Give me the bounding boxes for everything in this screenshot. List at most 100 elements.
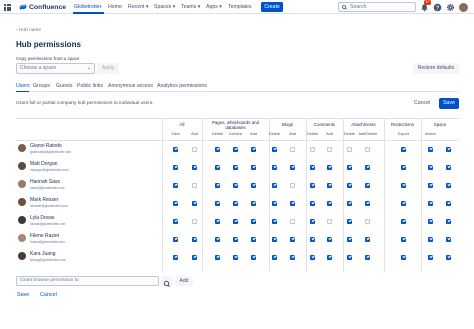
permission-checkbox[interactable] [192,218,197,224]
permission-checkbox[interactable] [233,164,238,170]
permission-checkbox[interactable] [173,182,178,188]
nav-teams[interactable]: Teams ▾ [181,3,200,11]
tab-analytics-permissions[interactable]: Analytics permissions [157,83,207,89]
permission-checkbox[interactable] [310,254,315,260]
permission-checkbox[interactable] [347,236,352,242]
permission-checkbox[interactable] [290,182,295,188]
permission-checkbox[interactable] [290,200,295,206]
permission-checkbox[interactable] [401,254,406,260]
permission-checkbox[interactable] [365,182,370,188]
permission-checkbox[interactable] [272,182,277,188]
permission-checkbox[interactable] [173,146,178,152]
permission-checkbox[interactable] [347,254,352,260]
permission-checkbox[interactable] [233,200,238,206]
permission-checkbox[interactable] [401,164,406,170]
confluence-logo[interactable]: Confluence [19,2,66,12]
search-input[interactable]: Search [338,2,416,12]
permission-checkbox[interactable] [327,218,332,224]
permission-checkbox[interactable] [251,236,256,242]
permission-checkbox[interactable] [365,164,370,170]
permission-checkbox[interactable] [272,218,277,224]
add-user-button[interactable]: Add [175,276,193,286]
nav-apps[interactable]: Apps ▾ [206,3,222,11]
breadcrumb[interactable]: ‹ Hub name [16,28,41,33]
settings-gear-icon[interactable] [446,3,455,12]
permission-checkbox[interactable] [173,218,178,224]
permission-checkbox[interactable] [290,236,295,242]
permission-checkbox[interactable] [215,182,220,188]
permission-checkbox[interactable] [446,200,451,206]
permission-checkbox[interactable] [272,254,277,260]
permission-checkbox[interactable] [192,146,197,152]
permission-checkbox[interactable] [233,236,238,242]
nav-recent[interactable]: Recent ▾ [128,3,148,11]
permission-checkbox[interactable] [347,164,352,170]
nav-templates[interactable]: Templates [228,3,252,11]
permission-checkbox[interactable] [347,218,352,224]
permission-checkbox[interactable] [173,254,178,260]
permission-checkbox[interactable] [290,164,295,170]
permission-checkbox[interactable] [290,146,295,152]
permission-checkbox[interactable] [251,200,256,206]
permission-checkbox[interactable] [446,218,451,224]
permission-checkbox[interactable] [401,146,406,152]
nav-home[interactable]: Home [108,3,122,11]
cancel-button[interactable]: Cancel [414,100,430,106]
permission-checkbox[interactable] [233,218,238,224]
permission-checkbox[interactable] [290,254,295,260]
permission-checkbox[interactable] [401,200,406,206]
tab-guests[interactable]: Guests [56,83,72,89]
permission-checkbox[interactable] [428,218,433,224]
permission-checkbox[interactable] [310,146,315,152]
choose-space-select[interactable]: Choose a space ⌄ [16,63,95,74]
save-bottom-button[interactable]: Save [17,292,29,298]
permission-checkbox[interactable] [428,236,433,242]
permission-checkbox[interactable] [272,200,277,206]
permission-checkbox[interactable] [272,164,277,170]
restore-defaults-button[interactable]: Restore defaults [413,63,459,74]
permission-checkbox[interactable] [215,236,220,242]
tab-groups[interactable]: Groups [33,83,50,89]
permission-checkbox[interactable] [192,254,197,260]
permission-checkbox[interactable] [290,218,295,224]
permission-checkbox[interactable] [173,164,178,170]
permission-checkbox[interactable] [428,164,433,170]
permission-checkbox[interactable] [446,236,451,242]
permission-checkbox[interactable] [428,254,433,260]
permission-checkbox[interactable] [310,200,315,206]
permission-checkbox[interactable] [215,146,220,152]
permission-checkbox[interactable] [272,146,277,152]
permission-checkbox[interactable] [233,146,238,152]
create-button[interactable]: Create [261,2,283,12]
cancel-bottom-button[interactable]: Cancel [40,292,57,298]
permission-checkbox[interactable] [173,236,178,242]
permission-checkbox[interactable] [365,200,370,206]
permission-checkbox[interactable] [233,254,238,260]
permission-checkbox[interactable] [401,218,406,224]
permission-checkbox[interactable] [365,254,370,260]
permission-checkbox[interactable] [310,218,315,224]
permission-checkbox[interactable] [327,182,332,188]
permission-checkbox[interactable] [428,146,433,152]
permission-checkbox[interactable] [365,218,370,224]
grant-browse-input[interactable]: Grant browse permission to [16,276,159,286]
permission-checkbox[interactable] [310,182,315,188]
permission-checkbox[interactable] [446,146,451,152]
permission-checkbox[interactable] [365,236,370,242]
permission-checkbox[interactable] [446,182,451,188]
permission-checkbox[interactable] [428,182,433,188]
help-icon[interactable]: ? [433,3,442,12]
tab-anonymous-access[interactable]: Anonymous access [108,83,153,89]
permission-checkbox[interactable] [192,236,197,242]
permission-checkbox[interactable] [215,164,220,170]
tab-public-links[interactable]: Public links [77,83,103,89]
permission-checkbox[interactable] [173,200,178,206]
permission-checkbox[interactable] [347,200,352,206]
nav-globetrotter[interactable]: Globetrotter [74,3,101,11]
permission-checkbox[interactable] [272,236,277,242]
permission-checkbox[interactable] [251,164,256,170]
permission-checkbox[interactable] [310,236,315,242]
permission-checkbox[interactable] [327,254,332,260]
permission-checkbox[interactable] [251,218,256,224]
permission-checkbox[interactable] [192,164,197,170]
